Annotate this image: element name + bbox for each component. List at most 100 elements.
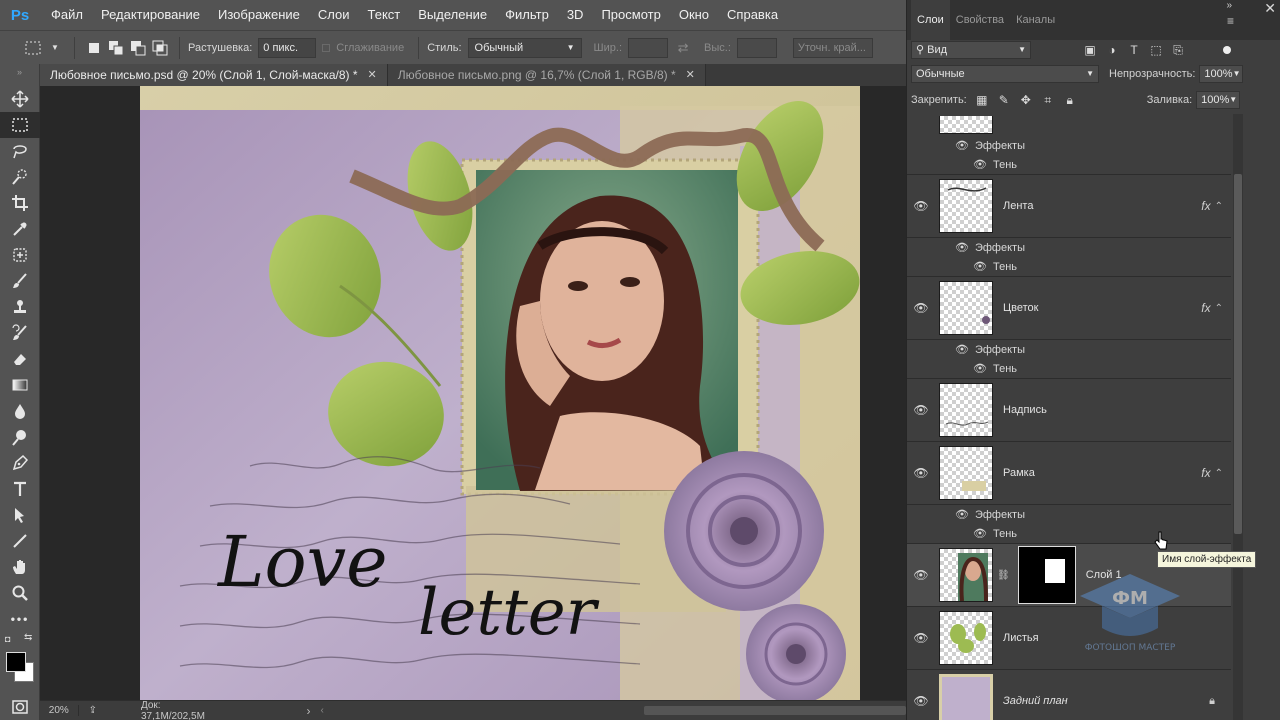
lasso-tool-icon[interactable] [0,138,40,164]
tab-layers[interactable]: Слои [911,0,950,40]
move-tool-icon[interactable] [0,86,40,112]
lock-transparency-icon[interactable]: ▦ [971,93,993,107]
chevron-down-icon[interactable]: ▼ [44,37,66,59]
horizontal-scrollbar[interactable] [643,706,907,715]
lock-all-icon[interactable]: 🔒︎ [1059,93,1081,108]
zoom-level[interactable]: 20% [40,705,79,716]
width-input[interactable] [628,37,669,58]
link-icon[interactable]: ⛓︎ [997,570,1010,581]
eye-icon[interactable]: 👁︎ [907,199,935,213]
eraser-tool-icon[interactable] [0,346,40,372]
tab-properties[interactable]: Свойства [950,0,1010,40]
lock-position-icon[interactable]: ✥ [1015,93,1037,107]
style-select[interactable]: Обычный ▼ [467,37,582,58]
layer-row-partial[interactable] [907,114,1231,134]
fx-icon[interactable]: fx [1201,199,1210,213]
filter-adjustment-icon[interactable]: ◑ [1101,43,1123,57]
healing-brush-tool-icon[interactable] [0,242,40,268]
gradient-tool-icon[interactable] [0,372,40,398]
brush-tool-icon[interactable] [0,268,40,294]
fill-input[interactable]: 100% ▼ [1196,91,1241,109]
eye-icon[interactable]: 👁︎ [973,527,987,540]
subtract-selection-icon[interactable] [127,37,149,59]
blend-mode-select[interactable]: Обычные ▼ [911,65,1099,83]
drop-shadow-row[interactable]: 👁︎ Тень [907,155,1231,174]
menu-type[interactable]: Текст [359,0,410,30]
collapse-panel-icon[interactable]: » [1226,0,1232,11]
eye-icon[interactable]: 👁︎ [955,508,969,521]
eye-icon[interactable]: 👁︎ [907,568,935,582]
close-icon[interactable]: ✕ [686,64,695,86]
chevron-up-icon[interactable]: ⌃ [1215,201,1223,212]
feather-input[interactable]: 0 пикс. [258,37,317,58]
eye-icon[interactable]: 👁︎ [973,362,987,375]
eye-icon[interactable]: 👁︎ [973,260,987,273]
drop-shadow-row[interactable]: 👁︎ Тень [907,257,1231,276]
filter-kind-select[interactable]: ⚲ Вид ▼ [911,41,1031,59]
filter-smart-object-icon[interactable]: ⎘ [1167,43,1189,58]
chevron-left-icon[interactable]: ‹ [320,705,323,716]
path-selection-tool-icon[interactable] [0,502,40,528]
eyedropper-tool-icon[interactable] [0,216,40,242]
menu-image[interactable]: Изображение [209,0,309,30]
foreground-color-swatch[interactable] [6,652,26,672]
chevron-up-icon[interactable]: ⌃ [1215,468,1223,479]
line-tool-icon[interactable] [0,528,40,554]
layer-nadpis[interactable]: 👁︎ Надпись [907,379,1231,442]
chevron-right-icon[interactable]: › [306,704,310,718]
crop-tool-icon[interactable] [0,190,40,216]
effects-row[interactable]: 👁︎ Эффекты [907,505,1231,524]
layer-name[interactable]: Лента [1003,200,1201,212]
share-icon[interactable]: ⇪ [89,705,97,716]
drop-shadow-row[interactable]: 👁︎ Тень [907,524,1231,543]
menu-window[interactable]: Окно [670,0,718,30]
tab-lovenote-png[interactable]: Любовное письмо.png @ 16,7% (Слой 1, RGB… [387,64,706,86]
menu-view[interactable]: Просмотр [592,0,669,30]
refine-edge-button[interactable]: Уточн. край... [792,37,873,58]
layer-name[interactable]: Цветок [1003,302,1201,314]
menu-file[interactable]: Файл [42,0,92,30]
effects-row[interactable]: 👁︎ Эффекты [907,136,1231,155]
scrollbar-thumb[interactable] [1234,174,1242,534]
new-selection-icon[interactable] [83,37,105,59]
marquee-tool-icon[interactable] [0,112,40,138]
effects-row[interactable]: 👁︎ Эффекты [907,340,1231,359]
filter-shape-icon[interactable]: ⬚ [1145,43,1167,57]
intersect-selection-icon[interactable] [149,37,171,59]
opacity-input[interactable]: 100% ▼ [1199,65,1244,83]
tab-lovenote-psd[interactable]: Любовное письмо.psd @ 20% (Слой 1, Слой-… [40,64,388,86]
canvas-workspace[interactable]: Love letter [40,86,906,700]
history-brush-tool-icon[interactable] [0,320,40,346]
type-tool-icon[interactable] [0,476,40,502]
eye-icon[interactable]: 👁︎ [907,301,935,315]
fx-icon[interactable]: fx [1201,301,1210,315]
close-icon[interactable]: ✕ [1264,0,1276,17]
menu-select[interactable]: Выделение [409,0,496,30]
tab-channels[interactable]: Каналы [1010,0,1061,40]
lock-pixels-icon[interactable]: ✎ [993,93,1015,107]
close-icon[interactable]: ✕ [368,64,377,86]
quick-selection-tool-icon[interactable] [0,164,40,190]
add-selection-icon[interactable] [105,37,127,59]
eye-icon[interactable]: 👁︎ [907,694,935,708]
document-canvas[interactable]: Love letter [140,86,860,700]
layer-mask-thumbnail[interactable] [1017,546,1076,604]
eye-icon[interactable]: 👁︎ [955,343,969,356]
menu-3d[interactable]: 3D [558,0,593,30]
eye-icon[interactable]: 👁︎ [973,158,987,171]
default-colors-icon[interactable]: ◘ [5,634,10,644]
lock-artboard-icon[interactable]: ⌗ [1037,93,1059,108]
eye-icon[interactable]: 👁︎ [907,403,935,417]
collapse-icon[interactable]: » [0,64,39,86]
drop-shadow-row[interactable]: 👁︎ Тень [907,359,1231,378]
effects-row[interactable]: 👁︎ Эффекты [907,238,1231,257]
menu-filter[interactable]: Фильтр [496,0,558,30]
pen-tool-icon[interactable] [0,450,40,476]
clone-stamp-tool-icon[interactable] [0,294,40,320]
marquee-preset-icon[interactable] [22,37,44,59]
eye-icon[interactable]: 👁︎ [955,139,969,152]
swap-colors-icon[interactable]: ⇆ [24,632,32,643]
layer-name[interactable]: Надпись [1003,404,1231,416]
eye-icon[interactable]: 👁︎ [907,631,935,645]
menu-edit[interactable]: Редактирование [92,0,209,30]
